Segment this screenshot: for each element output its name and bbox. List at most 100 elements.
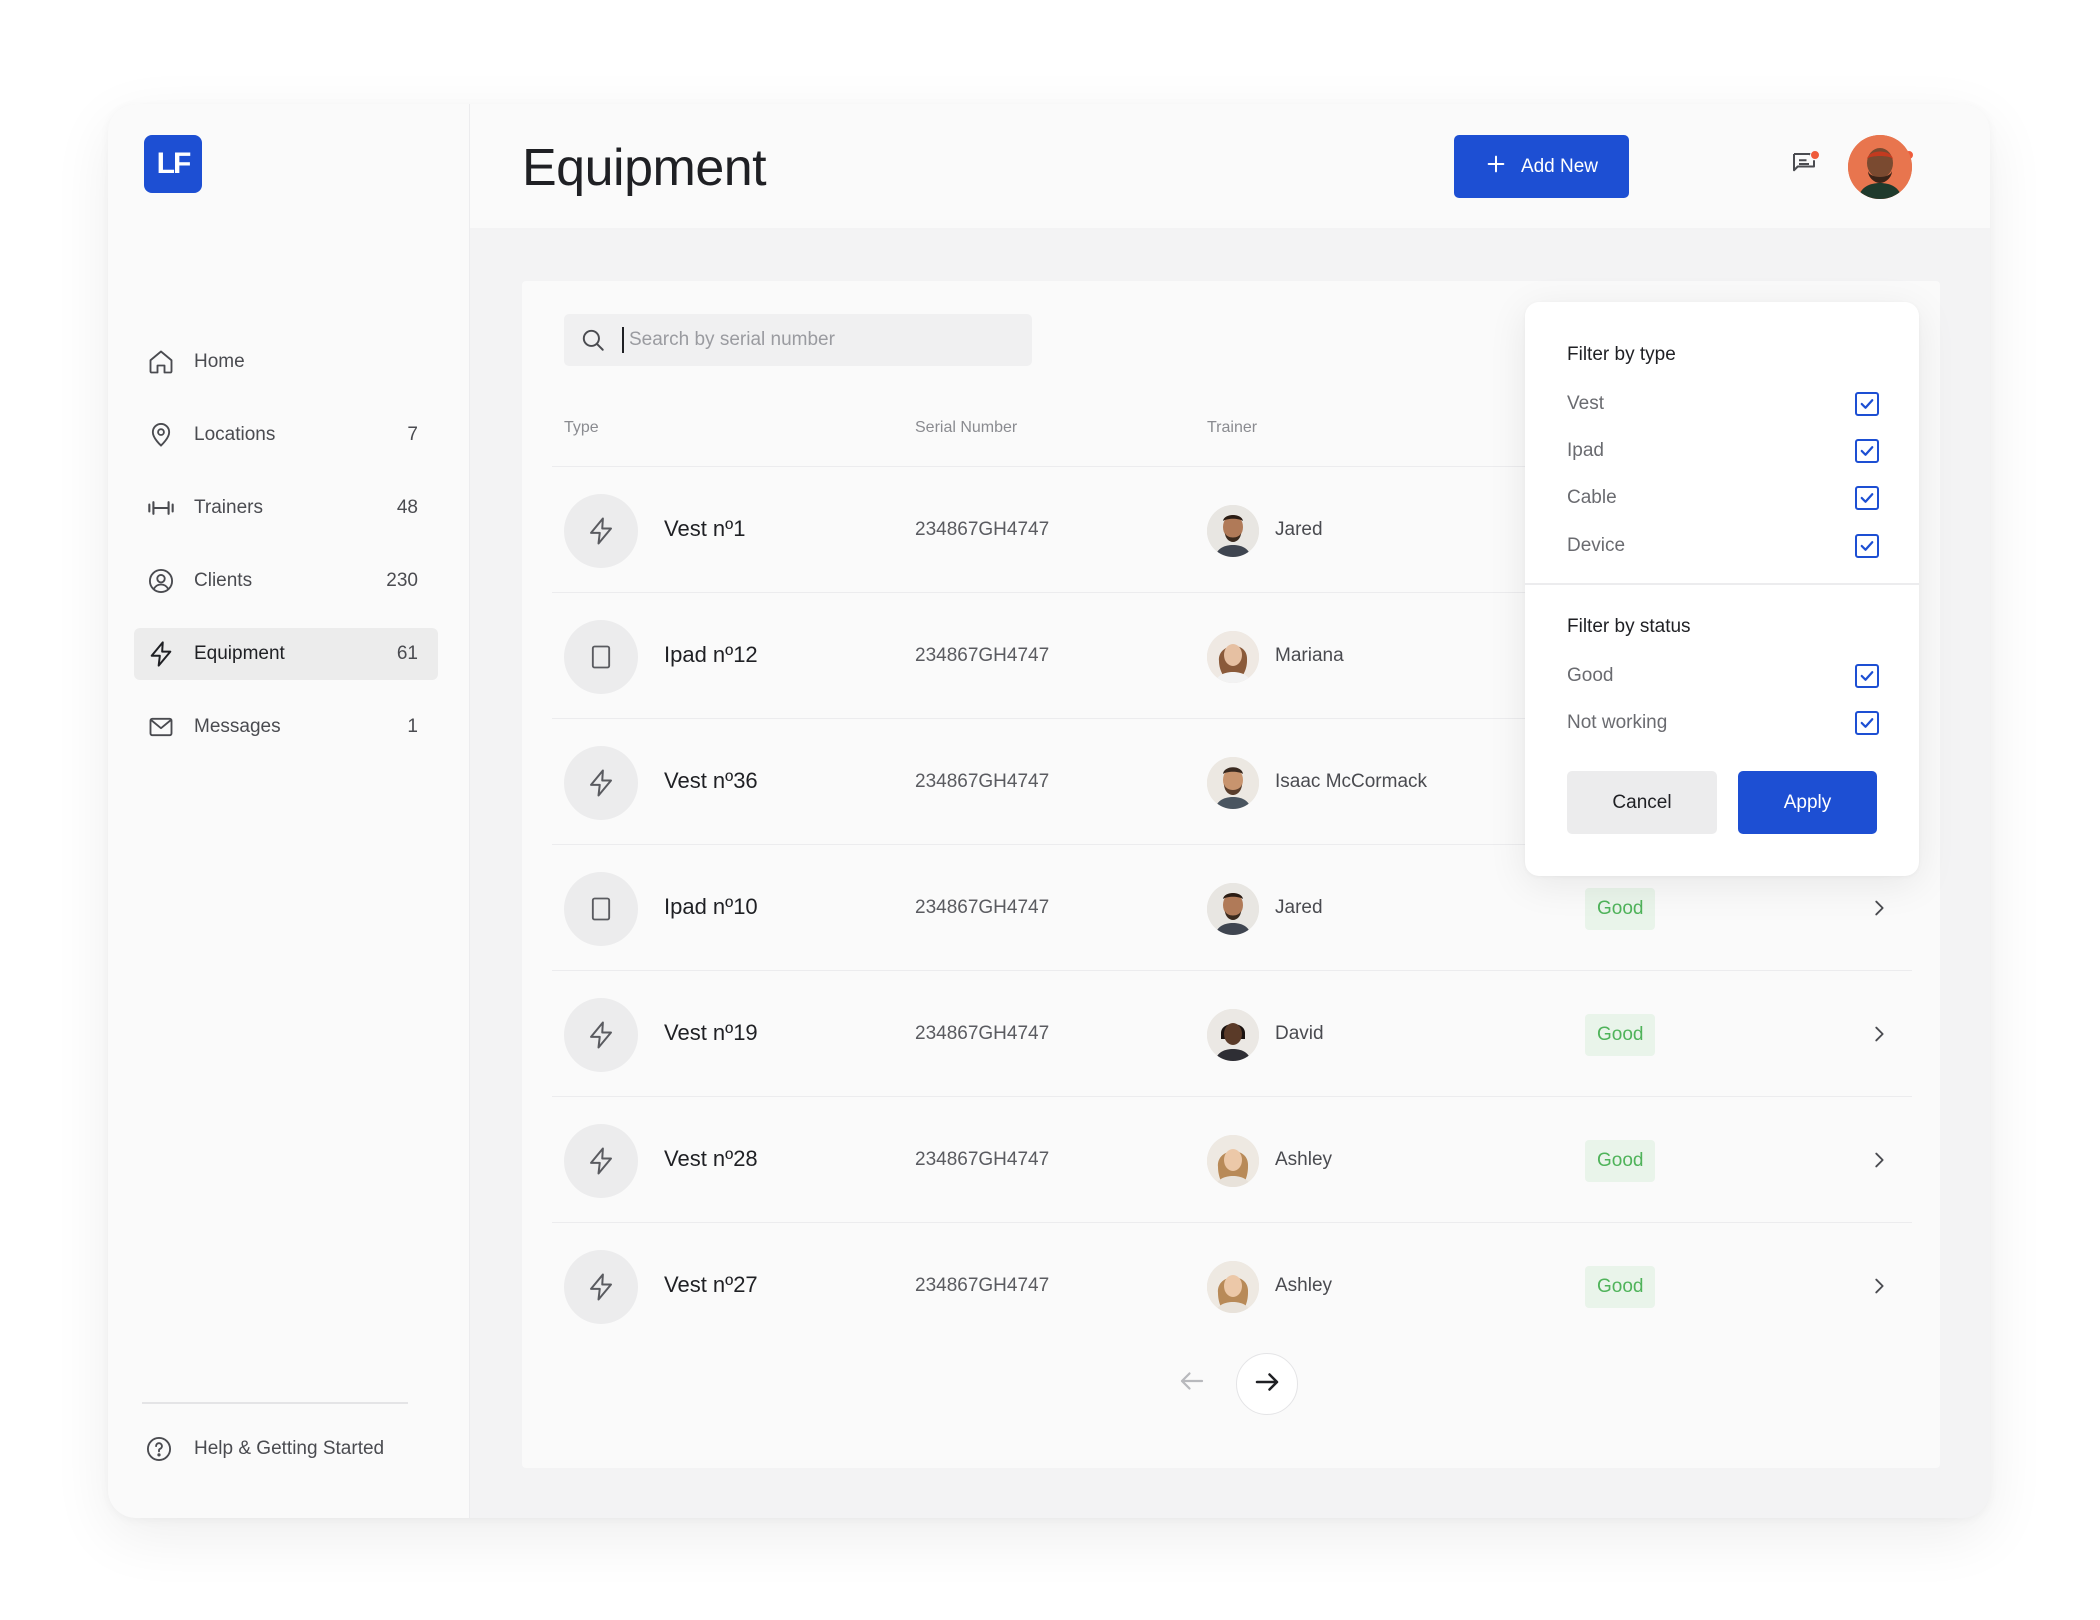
serial-number: 234867GH4747: [915, 1275, 1050, 1296]
checkbox-checked-icon[interactable]: [1855, 486, 1879, 510]
apply-button[interactable]: Apply: [1738, 771, 1877, 834]
map-pin-icon: [146, 420, 176, 450]
trainer-avatar: [1207, 505, 1259, 557]
user-avatar[interactable]: [1848, 135, 1912, 199]
sidebar-item-locations[interactable]: Locations 7: [134, 409, 438, 461]
tablet-icon: [564, 872, 638, 946]
search-input[interactable]: [629, 329, 1009, 351]
filter-option-device[interactable]: Device: [1567, 531, 1879, 561]
chevron-right-icon[interactable]: [1864, 1019, 1894, 1049]
chat-button[interactable]: [1786, 148, 1822, 184]
help-circle-icon: [144, 1434, 174, 1464]
equipment-name: Ipad nº10: [664, 894, 758, 919]
home-icon: [146, 347, 176, 377]
trainer-name: Mariana: [1275, 645, 1344, 666]
trainer-name: Ashley: [1275, 1149, 1333, 1170]
sidebar: LF Home Locations 7 Trainers 48 Clients …: [108, 104, 470, 1518]
chevron-right-icon[interactable]: [1864, 1271, 1894, 1301]
column-header-type[interactable]: Type: [564, 419, 599, 437]
trainer-avatar: [1207, 1009, 1259, 1061]
checkbox-checked-icon[interactable]: [1855, 392, 1879, 416]
checkbox-checked-icon[interactable]: [1855, 534, 1879, 558]
cancel-button[interactable]: Cancel: [1567, 771, 1717, 834]
trainer-avatar: [1207, 631, 1259, 683]
dumbbell-icon: [146, 493, 176, 523]
sidebar-item-label: Clients: [194, 570, 253, 591]
sidebar-item-label: Equipment: [194, 643, 285, 664]
sidebar-item-equipment[interactable]: Equipment 61: [134, 628, 438, 680]
filter-option-good[interactable]: Good: [1567, 661, 1879, 691]
checkbox-checked-icon[interactable]: [1855, 664, 1879, 688]
table-row[interactable]: Vest nº28 234867GH4747 Ashley Good: [552, 1096, 1912, 1222]
trainer-name: Jared: [1275, 519, 1323, 540]
serial-number: 234867GH4747: [915, 1023, 1050, 1044]
next-page-button[interactable]: [1236, 1353, 1298, 1415]
sidebar-item-count: 61: [396, 643, 418, 664]
bolt-icon: [564, 1124, 638, 1198]
status-badge: Good: [1585, 1014, 1656, 1056]
trainer-name: Ashley: [1275, 1275, 1333, 1296]
equipment-name: Vest nº19: [664, 1020, 758, 1045]
sidebar-item-label: Locations: [194, 424, 276, 445]
status-badge: Good: [1585, 888, 1656, 930]
equipment-name: Vest nº1: [664, 516, 746, 541]
table-row[interactable]: Vest nº27 234867GH4747 Ashley Good: [552, 1222, 1912, 1348]
table-row[interactable]: Vest nº19 234867GH4747 David Good: [552, 970, 1912, 1096]
app-window: LF Home Locations 7 Trainers 48 Clients …: [108, 104, 1990, 1518]
add-new-button[interactable]: Add New: [1454, 135, 1629, 198]
sidebar-item-label: Messages: [194, 716, 281, 737]
previous-page-button[interactable]: [1172, 1363, 1212, 1403]
bolt-icon: [564, 998, 638, 1072]
sidebar-item-home[interactable]: Home: [134, 336, 438, 388]
search-bar: [564, 314, 1032, 366]
filter-option-label: Ipad: [1567, 440, 1604, 461]
page-header: Equipment Add New: [470, 104, 1990, 228]
filter-type-title: Filter by type: [1567, 344, 1676, 365]
equipment-name: Ipad nº12: [664, 642, 758, 667]
checkbox-checked-icon[interactable]: [1855, 439, 1879, 463]
filter-option-not-working[interactable]: Not working: [1567, 708, 1879, 738]
arrow-right-icon: [1252, 1367, 1282, 1402]
app-logo[interactable]: LF: [144, 135, 202, 193]
checkbox-checked-icon[interactable]: [1855, 711, 1879, 735]
user-circle-icon: [146, 566, 176, 596]
column-header-trainer[interactable]: Trainer: [1207, 419, 1257, 437]
sidebar-item-count: 230: [386, 570, 418, 591]
search-icon: [578, 325, 608, 355]
column-header-serial-number[interactable]: Serial Number: [915, 419, 1017, 437]
trainer-avatar: [1207, 1261, 1259, 1313]
chevron-right-icon[interactable]: [1864, 1145, 1894, 1175]
sidebar-item-count: 7: [407, 424, 418, 445]
sidebar-nav: Home Locations 7 Trainers 48 Clients 230…: [134, 336, 438, 774]
bolt-icon: [564, 1250, 638, 1324]
sidebar-item-trainers[interactable]: Trainers 48: [134, 482, 438, 534]
filter-status-title: Filter by status: [1567, 616, 1691, 637]
trainer-name: Jared: [1275, 897, 1323, 918]
plus-icon: [1485, 153, 1507, 181]
serial-number: 234867GH4747: [915, 519, 1050, 540]
arrow-left-icon: [1177, 1366, 1207, 1401]
trainer-avatar: [1207, 883, 1259, 935]
sidebar-item-messages[interactable]: Messages 1: [134, 701, 438, 753]
sidebar-item-label: Trainers: [194, 497, 263, 518]
chat-notification-dot: [1810, 150, 1820, 160]
trainer-avatar: [1207, 757, 1259, 809]
page-title: Equipment: [522, 139, 767, 197]
trainer-avatar: [1207, 1135, 1259, 1187]
sidebar-item-count: 48: [396, 497, 418, 518]
tablet-icon: [564, 620, 638, 694]
help-label: Help & Getting Started: [194, 1438, 385, 1459]
help-link[interactable]: Help & Getting Started: [144, 1434, 384, 1464]
filter-divider: [1525, 583, 1919, 585]
bolt-icon: [564, 746, 638, 820]
equipment-name: Vest nº36: [664, 768, 758, 793]
sidebar-divider: [142, 1402, 408, 1404]
filter-option-vest[interactable]: Vest: [1567, 389, 1879, 419]
serial-number: 234867GH4747: [915, 1149, 1050, 1170]
filter-option-cable[interactable]: Cable: [1567, 483, 1879, 513]
filter-option-ipad[interactable]: Ipad: [1567, 436, 1879, 466]
chevron-right-icon[interactable]: [1864, 893, 1894, 923]
serial-number: 234867GH4747: [915, 645, 1050, 666]
sidebar-item-clients[interactable]: Clients 230: [134, 555, 438, 607]
bolt-icon: [564, 494, 638, 568]
